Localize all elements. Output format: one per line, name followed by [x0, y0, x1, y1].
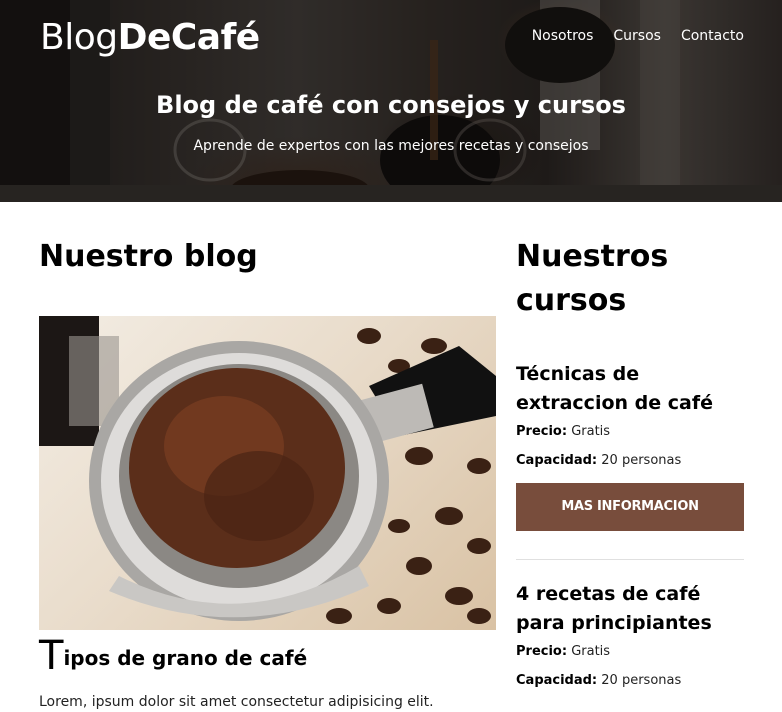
course-price-label: Precio:: [516, 644, 568, 659]
course-capacity-label: Capacidad:: [516, 453, 598, 468]
course-capacity-value: 20 personas: [601, 673, 682, 688]
course-title: 4 recetas de café para principiantes: [516, 583, 712, 634]
course-price-value: Gratis: [571, 424, 611, 439]
entry-title-rest: ipos de grano de café: [63, 646, 308, 670]
main-content: Nuestro blog Tipos de grano de café Lore…: [0, 202, 782, 710]
course-card: 4 recetas de café para principiantes Pre…: [516, 580, 744, 690]
nav-link-contacto[interactable]: Contacto: [681, 26, 744, 46]
course-title: Técnicas de extraccion de café: [516, 363, 713, 414]
entry-title[interactable]: Tipos de grano de café: [39, 636, 308, 676]
blog-section: Nuestro blog Tipos de grano de café Lore…: [39, 202, 496, 710]
portafilter-coffee-illustration: [39, 316, 496, 624]
blog-heading: Nuestro blog: [39, 239, 258, 274]
courses-heading: Nuestros cursos: [516, 235, 744, 323]
course-price-label: Precio:: [516, 424, 568, 439]
course-price-value: Gratis: [571, 644, 611, 659]
logo-bold-text: DeCafé: [117, 17, 261, 58]
hero-subtitle: Aprende de expertos con las mejores rece…: [193, 138, 589, 154]
course-capacity-label: Capacidad:: [516, 673, 598, 688]
main-nav: Nosotros Cursos Contacto: [532, 26, 744, 46]
nav-link-cursos[interactable]: Cursos: [613, 26, 661, 46]
courses-section: Nuestros cursos Técnicas de extraccion de…: [516, 202, 744, 688]
site-header: BlogDeCafé Nosotros Cursos Contacto Blog…: [0, 0, 782, 202]
courses-heading-line2: cursos: [516, 283, 627, 318]
entry-title-initial: T: [39, 633, 64, 679]
course-card: Técnicas de extraccion de café Precio: G…: [516, 360, 744, 531]
entry-image[interactable]: [39, 316, 496, 630]
courses-heading-line1: Nuestros: [516, 239, 669, 274]
entry-excerpt: Lorem, ipsum dolor sit amet consectetur …: [39, 694, 434, 710]
nav-link-nosotros[interactable]: Nosotros: [532, 26, 594, 46]
site-logo[interactable]: BlogDeCafé: [40, 14, 260, 62]
course-price: Precio: Gratis: [516, 642, 744, 661]
course-capacity-value: 20 personas: [601, 453, 682, 468]
course-capacity: Capacidad: 20 personas: [516, 671, 744, 690]
course-divider: [516, 559, 744, 560]
hero-title: Blog de café con consejos y cursos: [156, 91, 626, 119]
course-price: Precio: Gratis: [516, 422, 744, 441]
logo-light-text: Blog: [40, 17, 118, 58]
more-info-button[interactable]: MAS INFORMACION: [516, 483, 744, 531]
course-capacity: Capacidad: 20 personas: [516, 451, 744, 470]
